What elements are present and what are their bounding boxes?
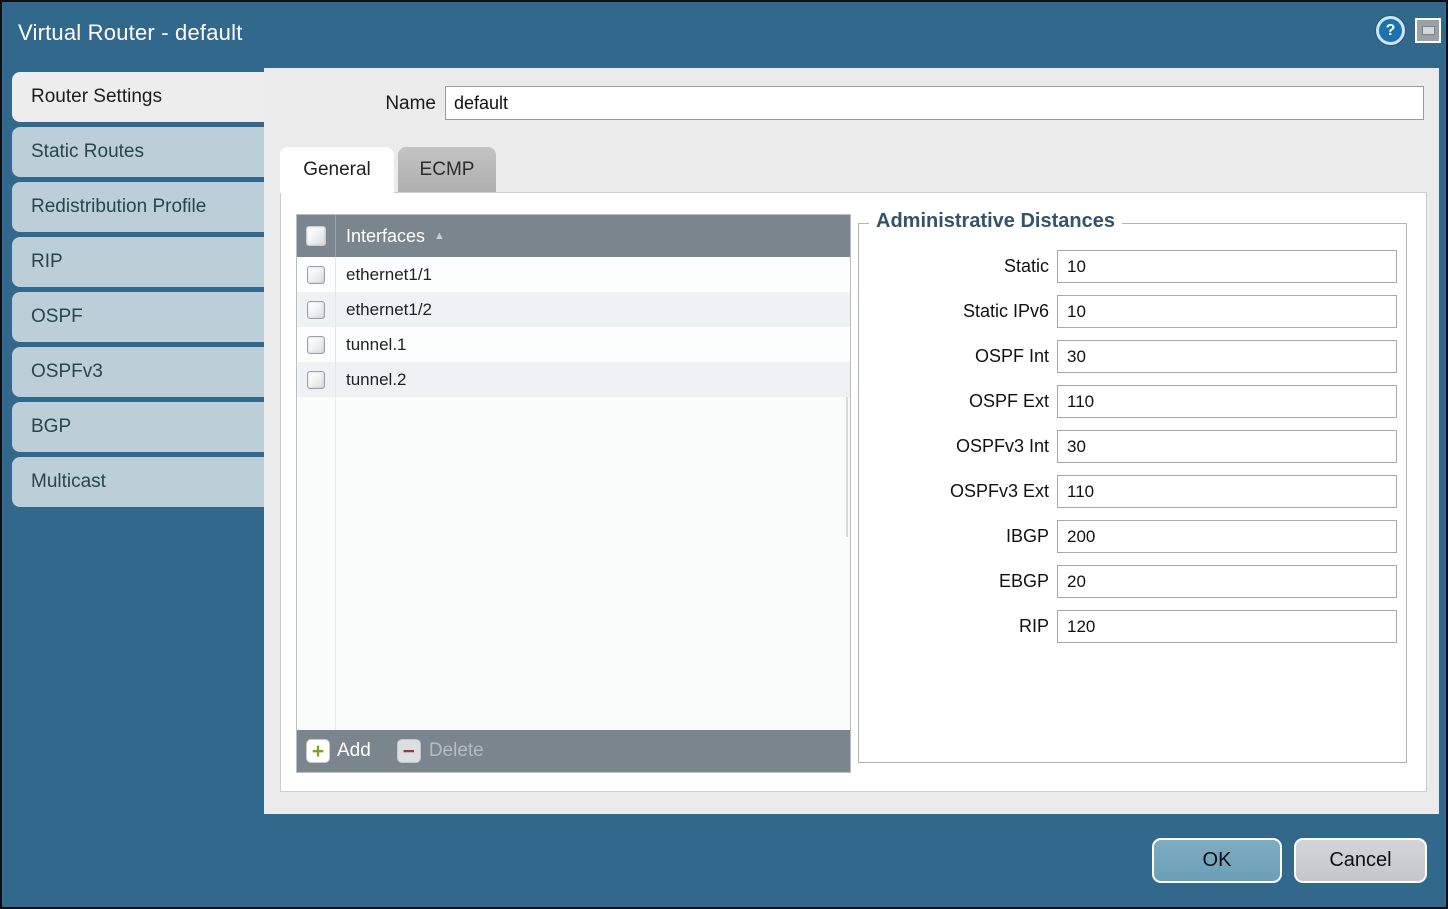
admin-distance-fields: Static Static IPv6 OSPF Int OSPF Ext OSP… (859, 250, 1406, 643)
row-checkbox-cell (297, 301, 335, 319)
window-restore-icon-inner (1422, 26, 1435, 35)
row-checkbox[interactable] (307, 266, 325, 284)
sidebar-item-ospf[interactable]: OSPF (12, 292, 265, 342)
ospfv3-ext-label: OSPFv3 Ext (859, 481, 1049, 502)
sidebar-item-router-settings[interactable]: Router Settings (12, 72, 265, 122)
ospf-ext-label: OSPF Ext (859, 391, 1049, 412)
sort-ascending-icon: ▲ (434, 230, 445, 242)
ospfv3-int-label: OSPFv3 Int (859, 436, 1049, 457)
cancel-button[interactable]: Cancel (1294, 838, 1427, 883)
ibgp-label: IBGP (859, 526, 1049, 547)
table-row[interactable]: tunnel.1 (297, 327, 850, 362)
sidebar-item-label: BGP (31, 416, 71, 438)
row-checkbox-cell (297, 371, 335, 389)
interface-name: tunnel.2 (335, 362, 850, 397)
row-checkbox[interactable] (307, 301, 325, 319)
sidebar-item-rip[interactable]: RIP (12, 237, 265, 287)
window-restore-icon[interactable] (1415, 18, 1441, 43)
static-ipv6-input[interactable] (1057, 295, 1397, 328)
help-icon-glyph: ? (1386, 22, 1396, 40)
field-row-ospfv3-ext: OSPFv3 Ext (859, 475, 1406, 508)
table-row[interactable]: tunnel.2 (297, 362, 850, 397)
sidebar-item-label: RIP (31, 251, 63, 273)
ok-button[interactable]: OK (1152, 838, 1282, 883)
sidebar-item-static-routes[interactable]: Static Routes (12, 127, 265, 177)
delete-button[interactable]: − Delete (397, 739, 484, 763)
name-label: Name (264, 88, 436, 120)
main-panel: Name General ECMP Interfaces ▲ ethe (264, 68, 1439, 814)
ebgp-label: EBGP (859, 571, 1049, 592)
add-button[interactable]: + Add (306, 739, 371, 763)
sidebar-item-label: Router Settings (31, 86, 162, 108)
field-row-static: Static (859, 250, 1406, 283)
static-ipv6-label: Static IPv6 (859, 301, 1049, 322)
add-button-label: Add (337, 740, 371, 762)
row-checkbox[interactable] (307, 336, 325, 354)
tab-ecmp-label: ECMP (420, 159, 475, 181)
row-checkbox[interactable] (307, 371, 325, 389)
ospfv3-ext-input[interactable] (1057, 475, 1397, 508)
sidebar: Router Settings Static Routes Redistribu… (12, 72, 265, 512)
administrative-distances-fieldset: Administrative Distances Static Static I… (858, 223, 1407, 763)
field-row-rip: RIP (859, 610, 1406, 643)
title-bar: Virtual Router - default ? (2, 2, 1446, 68)
ospfv3-int-input[interactable] (1057, 430, 1397, 463)
rip-input[interactable] (1057, 610, 1397, 643)
sidebar-item-bgp[interactable]: BGP (12, 402, 265, 452)
field-row-ospf-int: OSPF Int (859, 340, 1406, 373)
sidebar-item-redistribution-profile[interactable]: Redistribution Profile (12, 182, 265, 232)
column-separator (335, 397, 336, 730)
field-row-ebgp: EBGP (859, 565, 1406, 598)
ospf-int-label: OSPF Int (859, 346, 1049, 367)
name-input[interactable] (445, 86, 1424, 120)
interface-name: tunnel.1 (335, 327, 850, 362)
table-row[interactable]: ethernet1/2 (297, 292, 850, 327)
tab-general-label: General (303, 159, 371, 181)
ok-button-label: OK (1203, 849, 1232, 872)
static-label: Static (859, 256, 1049, 277)
minus-icon: − (397, 739, 421, 763)
table-row[interactable]: ethernet1/1 (297, 257, 850, 292)
ospf-ext-input[interactable] (1057, 385, 1397, 418)
field-row-static-ipv6: Static IPv6 (859, 295, 1406, 328)
row-checkbox-cell (297, 266, 335, 284)
rip-label: RIP (859, 616, 1049, 637)
ibgp-input[interactable] (1057, 520, 1397, 553)
interfaces-column-header[interactable]: Interfaces ▲ (335, 215, 850, 257)
delete-button-label: Delete (429, 740, 484, 762)
interface-name: ethernet1/1 (335, 257, 850, 292)
interfaces-table: Interfaces ▲ ethernet1/1 ethernet1/2 (296, 214, 851, 773)
sidebar-item-label: OSPFv3 (31, 361, 103, 383)
select-all-checkbox[interactable] (306, 226, 326, 246)
sidebar-item-label: Static Routes (31, 141, 144, 163)
table-empty-area (297, 397, 850, 730)
tab-ecmp[interactable]: ECMP (398, 147, 496, 193)
plus-icon: + (306, 739, 330, 763)
row-checkbox-cell (297, 336, 335, 354)
interfaces-table-header[interactable]: Interfaces ▲ (297, 215, 850, 257)
field-row-ospfv3-int: OSPFv3 Int (859, 430, 1406, 463)
cancel-button-label: Cancel (1329, 849, 1391, 872)
dialog-title: Virtual Router - default (18, 20, 243, 46)
sidebar-item-label: OSPF (31, 306, 83, 328)
sidebar-item-multicast[interactable]: Multicast (12, 457, 265, 507)
table-scrollbar[interactable] (846, 397, 848, 537)
static-input[interactable] (1057, 250, 1397, 283)
ebgp-input[interactable] (1057, 565, 1397, 598)
header-checkbox-cell (297, 226, 335, 246)
ospf-int-input[interactable] (1057, 340, 1397, 373)
help-icon[interactable]: ? (1376, 16, 1405, 45)
tab-general[interactable]: General (280, 147, 394, 193)
sidebar-item-ospfv3[interactable]: OSPFv3 (12, 347, 265, 397)
virtual-router-dialog: { "titlebar": { "title": "Virtual Router… (0, 0, 1448, 909)
field-row-ospf-ext: OSPF Ext (859, 385, 1406, 418)
sidebar-item-label: Redistribution Profile (31, 196, 206, 218)
table-footer: + Add − Delete (297, 730, 850, 772)
field-row-ibgp: IBGP (859, 520, 1406, 553)
interface-name: ethernet1/2 (335, 292, 850, 327)
fieldset-legend: Administrative Distances (869, 210, 1122, 233)
interfaces-column-label: Interfaces (346, 226, 425, 247)
general-tab-content: Interfaces ▲ ethernet1/1 ethernet1/2 (280, 192, 1427, 792)
sidebar-item-label: Multicast (31, 471, 106, 493)
